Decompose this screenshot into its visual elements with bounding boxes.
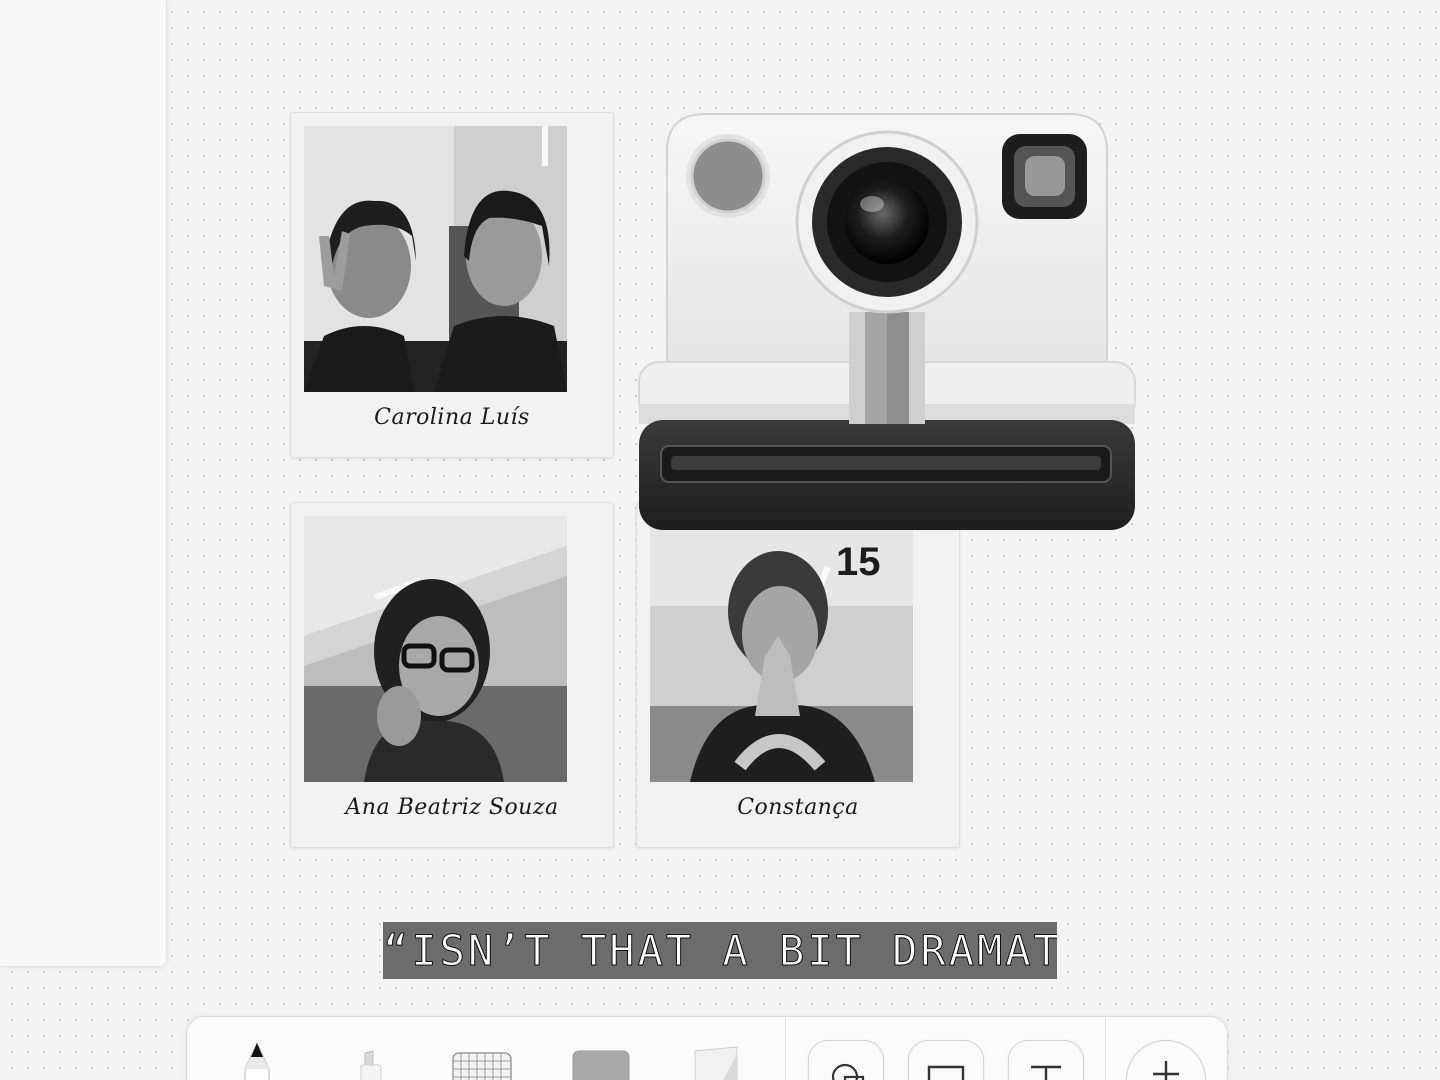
polaroid-caption: Constança: [737, 795, 859, 820]
text-icon: [1031, 1065, 1061, 1080]
portrait-photo: [304, 126, 567, 392]
frame-icon: [927, 1065, 965, 1080]
ruler-icon[interactable]: [691, 1017, 741, 1080]
polaroid-caption: Ana Beatriz Souza: [345, 795, 559, 820]
marker-icon[interactable]: [351, 1017, 391, 1080]
add-button[interactable]: [1126, 1040, 1206, 1080]
plus-icon: [1153, 1061, 1179, 1080]
polaroid-card[interactable]: Constança: [636, 502, 960, 848]
shapes-icon: [831, 1063, 865, 1080]
polaroid-caption: Carolina Luís: [374, 405, 530, 430]
toolbar-divider: [785, 1017, 786, 1080]
sticky-note-icon[interactable]: [571, 1017, 631, 1080]
side-panel: [0, 0, 167, 967]
polaroid-card[interactable]: Carolina Luís: [290, 112, 614, 458]
instant-camera[interactable]: [637, 112, 1137, 532]
polaroid-card[interactable]: Ana Beatriz Souza: [290, 502, 614, 848]
photo-counter: 15: [836, 540, 881, 584]
text-button[interactable]: [1008, 1040, 1084, 1080]
toolbar-divider: [1105, 1017, 1106, 1080]
pen-icon[interactable]: [237, 1017, 277, 1080]
quote-banner[interactable]: “ISN’T THAT A BIT DRAMATIC?”: [383, 922, 1057, 979]
shapes-button[interactable]: [808, 1040, 884, 1080]
portrait-photo: [304, 516, 567, 782]
grid-paper-icon[interactable]: [449, 1017, 515, 1080]
frame-button[interactable]: [908, 1040, 984, 1080]
